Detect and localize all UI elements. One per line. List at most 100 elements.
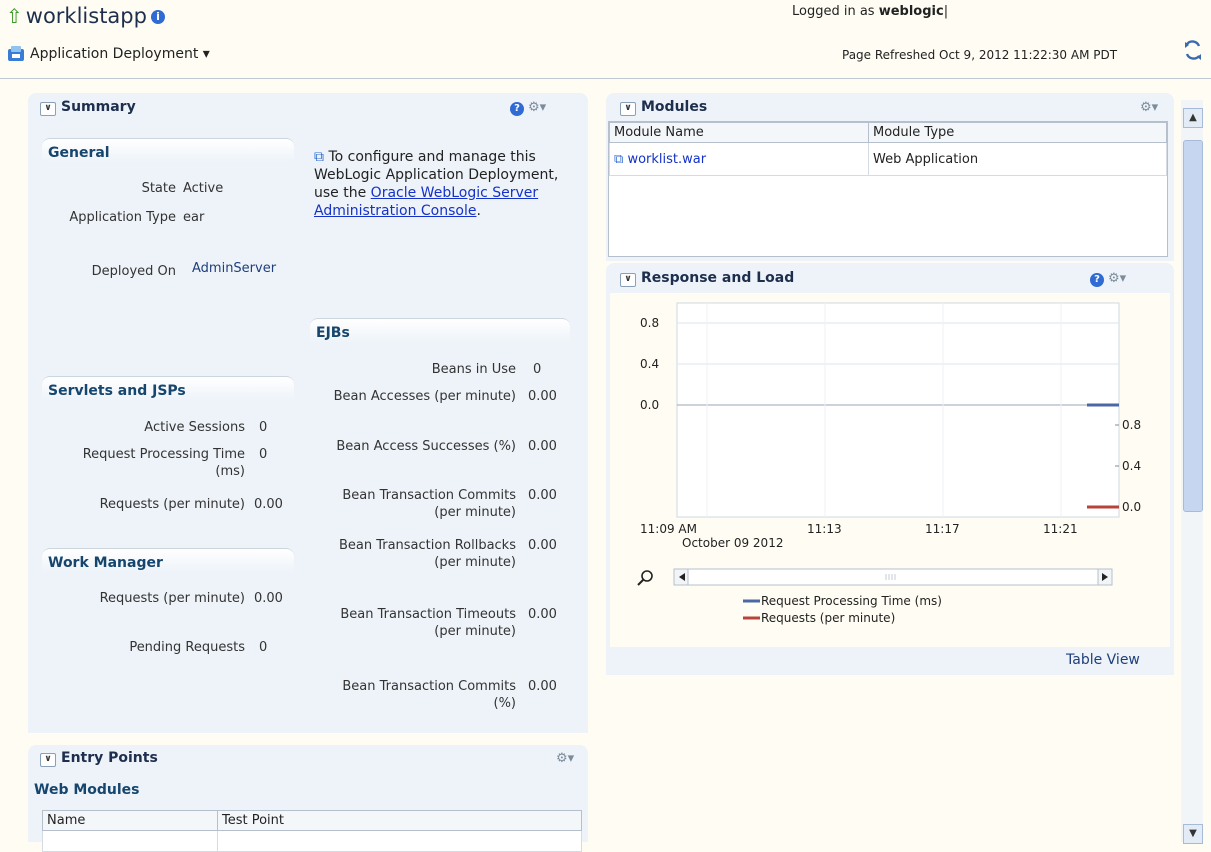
bean-accesses-value: 0.00 — [528, 389, 557, 404]
legend-label: Request Processing Time (ms) — [761, 594, 942, 608]
x-axis: 11:09 AM 11:13 11:17 11:21 — [640, 522, 1078, 536]
beans-in-use-label: Beans in Use — [431, 362, 516, 377]
table-view-link[interactable]: Table View — [1066, 652, 1140, 668]
summary-tools: ? ⚙▾ — [510, 100, 546, 116]
chart-legend: Request Processing Time (ms) Requests (pe… — [743, 594, 942, 625]
logged-in-separator: | — [943, 4, 949, 19]
console-note: ⧉ To configure and manage this WebLogic … — [314, 148, 576, 220]
app-name: worklistapp — [25, 4, 147, 28]
column-header-name[interactable]: Name — [42, 810, 218, 831]
zoom-icon[interactable] — [637, 570, 653, 586]
response-load-header: ∨ Response and Load — [620, 270, 794, 287]
entry-points-header: ∨ Entry Points — [40, 750, 158, 767]
modules-table: Module Name Module Type ⧉ worklist.war W… — [609, 122, 1167, 176]
console-note-end: . — [476, 203, 481, 219]
deployed-on-value[interactable]: AdminServer — [192, 260, 276, 277]
pending-requests-label: Pending Requests — [129, 640, 245, 655]
logged-in-status: Logged in as weblogic| — [792, 4, 948, 19]
application-type-value: ear — [183, 210, 205, 225]
ejbs-section-title: EJBs — [310, 318, 570, 343]
collapse-entry-points-icon[interactable]: ∨ — [40, 753, 56, 767]
refresh-icon[interactable] — [1181, 40, 1205, 62]
modules-title: Modules — [641, 99, 708, 115]
table-row — [42, 830, 218, 852]
state-label: State — [141, 181, 176, 196]
external-link-icon: ⧉ — [614, 151, 624, 167]
module-link[interactable]: worklist.war — [627, 152, 706, 167]
module-name-cell: ⧉ worklist.war — [609, 142, 869, 176]
request-processing-label: Request Processing Time (ms) — [82, 447, 245, 479]
left-axis: 0.8 0.4 0.0 — [640, 316, 659, 412]
right-tick-label: 0.0 — [1122, 500, 1141, 514]
state-value: Active — [183, 181, 224, 196]
app-title: ⇧ worklistapp i — [6, 4, 165, 28]
beans-in-use-value: 0 — [533, 362, 542, 377]
left-tick-label: 0.0 — [640, 398, 659, 412]
info-icon[interactable]: i — [150, 10, 165, 24]
deployment-icon — [8, 46, 24, 61]
gear-menu-icon[interactable]: ⚙▾ — [556, 751, 574, 766]
request-processing-value: 0 — [259, 447, 268, 462]
table-row[interactable]: ⧉ worklist.war Web Application — [609, 142, 1167, 176]
help-icon[interactable]: ? — [510, 102, 524, 116]
bean-tx-rollbacks-label: Bean Transaction Rollbacks (per minute) — [338, 538, 516, 570]
general-section-title: General — [42, 138, 294, 163]
bean-access-successes-value: 0.00 — [528, 439, 557, 454]
active-sessions-value: 0 — [259, 420, 268, 435]
module-type-cell: Web Application — [868, 142, 1167, 176]
scroll-up-button[interactable]: ▲ — [1183, 108, 1203, 128]
application-type-label: Application Type — [69, 210, 176, 225]
collapse-modules-icon[interactable]: ∨ — [620, 102, 636, 116]
web-modules-title: Web Modules — [34, 782, 140, 798]
summary-title: Summary — [61, 99, 136, 115]
response-load-tools: ? ⚙▾ — [1090, 271, 1126, 287]
header-divider — [0, 78, 1211, 79]
scroll-down-button[interactable]: ▼ — [1183, 824, 1203, 844]
scroll-thumb[interactable] — [1183, 140, 1203, 512]
external-link-icon: ⧉ — [314, 149, 324, 165]
bean-tx-commits-pct-label: Bean Transaction Commits (%) — [342, 679, 516, 711]
up-arrow-icon[interactable]: ⇧ — [6, 4, 23, 28]
bean-tx-timeouts-value: 0.00 — [528, 607, 557, 622]
pending-requests-value: 0 — [259, 640, 268, 655]
logged-in-prefix: Logged in as — [792, 4, 875, 19]
gear-menu-icon[interactable]: ⚙▾ — [1140, 100, 1158, 115]
left-tick-label: 0.8 — [640, 316, 659, 330]
x-axis-date-label: October 09 2012 — [682, 536, 783, 550]
response-load-title: Response and Load — [641, 270, 795, 286]
entry-points-tools: ⚙▾ — [556, 751, 574, 766]
wm-requests-value: 0.00 — [254, 591, 283, 606]
range-scrollbar[interactable] — [673, 568, 1113, 586]
work-manager-section-title: Work Manager — [42, 548, 294, 573]
bean-tx-timeouts-label: Bean Transaction Timeouts (per minute) — [340, 607, 516, 639]
servlet-requests-value: 0.00 — [254, 497, 283, 512]
servlets-section-title: Servlets and JSPs — [42, 376, 294, 401]
response-load-chart: 0.80.40.0 0.80.40.0 11:09 AM 11:13 11:17 11… — [637, 302, 1141, 625]
deployed-on-label: Deployed On — [91, 264, 176, 279]
entry-points-title: Entry Points — [61, 750, 158, 766]
application-deployment-menu[interactable]: Application Deployment ▾ — [30, 46, 210, 62]
modules-tools: ⚙▾ — [1140, 100, 1158, 115]
collapse-summary-icon[interactable]: ∨ — [40, 102, 56, 116]
summary-header: ∨ Summary — [40, 99, 136, 116]
bean-tx-rollbacks-value: 0.00 — [528, 538, 557, 553]
column-header-module-name[interactable]: Module Name — [609, 122, 869, 143]
left-tick-label: 0.4 — [640, 357, 659, 371]
right-tick-label: 0.4 — [1122, 459, 1141, 473]
column-header-test-point[interactable]: Test Point — [217, 810, 582, 831]
logged-in-user[interactable]: weblogic — [879, 4, 944, 19]
collapse-response-load-icon[interactable]: ∨ — [620, 273, 636, 287]
gear-menu-icon[interactable]: ⚙▾ — [528, 100, 546, 115]
wm-requests-label: Requests (per minute) — [99, 591, 245, 606]
x-tick-label: 11:17 — [925, 522, 960, 536]
bean-tx-commits-pct-value: 0.00 — [528, 679, 557, 694]
help-icon[interactable]: ? — [1090, 273, 1104, 287]
bean-tx-commits-value: 0.00 — [528, 488, 557, 503]
table-row — [217, 830, 582, 852]
x-tick-label: 11:21 — [1043, 522, 1078, 536]
vertical-scrollbar[interactable]: ▲ ▼ — [1181, 100, 1203, 844]
legend-label: Requests (per minute) — [761, 611, 895, 625]
gear-menu-icon[interactable]: ⚙▾ — [1108, 271, 1126, 286]
column-header-module-type[interactable]: Module Type — [868, 122, 1167, 143]
x-tick-label: 11:09 AM — [640, 522, 697, 536]
